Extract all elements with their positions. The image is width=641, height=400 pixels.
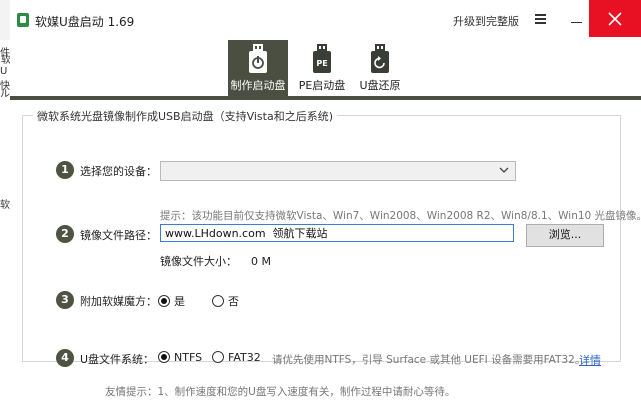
background-fragment: 软 — [0, 200, 10, 211]
usb-pe-icon: PE — [313, 44, 331, 73]
radio-label: NTFS — [174, 351, 203, 364]
usb-restore-icon — [371, 44, 389, 73]
tab-label: 制作启动盘 — [230, 79, 286, 92]
tab-usb-restore[interactable]: U盘还原 — [350, 40, 410, 96]
upgrade-link[interactable]: 升级到完整版 — [453, 13, 519, 29]
addon-label: 附加软媒魔方： — [80, 295, 157, 308]
radio-checked-icon — [158, 351, 170, 363]
step-2-badge: 2 — [56, 225, 74, 243]
iso-path-label: 镜像文件路径： — [80, 229, 157, 242]
close-icon — [608, 12, 622, 26]
title-bar: 软媒U盘启动 1.69 升级到完整版 — [10, 0, 641, 40]
app-window: 软媒U盘启动 1.69 升级到完整版 制作启动盘 PE PE启动盘 U盘还原 微… — [10, 0, 641, 400]
menu-icon[interactable] — [530, 8, 552, 30]
iso-size-label: 镜像文件大小： — [160, 255, 237, 268]
groupbox-title: 微软系统光盘镜像制作成USB启动盘（支持Vista和之后系统) — [33, 108, 337, 124]
usb-power-icon — [249, 44, 267, 73]
browse-button[interactable]: 浏览... — [526, 224, 604, 247]
iso-size-value: 0 M — [251, 255, 271, 268]
iso-path-input[interactable] — [160, 224, 514, 242]
usb-app-icon — [17, 13, 29, 27]
device-label: 选择您的设备： — [80, 165, 157, 178]
filesystem-label: U盘文件系统： — [80, 353, 155, 366]
tab-make-boot-disk[interactable]: 制作启动盘 — [228, 40, 288, 96]
radio-unchecked-icon — [212, 295, 224, 307]
close-button[interactable] — [589, 0, 641, 37]
filesystem-note: 请优先使用NTFS，引导 Surface 或其他 UEFI 设备需要用FAT32… — [272, 354, 586, 366]
device-select[interactable] — [160, 161, 516, 181]
tab-label: PE启动盘 — [298, 79, 346, 92]
step-3-badge: 3 — [56, 291, 74, 309]
main-panel: 微软系统光盘镜像制作成USB启动盘（支持Vista和之后系统) 1 选择您的设备… — [10, 100, 641, 400]
radio-label: FAT32 — [228, 351, 261, 364]
tab-pe-boot-disk[interactable]: PE PE启动盘 — [292, 40, 352, 96]
footer-tip: 友情提示：1、制作速度和您的U盘写入速度有关，制作过程中请耐心等待。 — [105, 386, 456, 398]
chevron-down-icon — [499, 167, 509, 173]
iso-size-row: 镜像文件大小： 0 M — [160, 253, 271, 269]
details-link[interactable]: 详情 — [579, 352, 601, 368]
radio-label: 是 — [174, 295, 185, 308]
fs-fat32-radio[interactable]: FAT32 — [212, 351, 261, 364]
minimize-icon[interactable] — [566, 8, 588, 30]
radio-label: 否 — [228, 295, 239, 308]
background-fragment: ル — [0, 89, 10, 100]
svg-text:PE: PE — [316, 59, 327, 68]
radio-checked-icon — [158, 295, 170, 307]
tab-label: U盘还原 — [359, 79, 401, 92]
fs-ntfs-radio[interactable]: NTFS — [158, 351, 202, 364]
addon-yes-radio[interactable]: 是 — [158, 293, 185, 309]
addon-no-radio[interactable]: 否 — [212, 293, 239, 309]
boot-disk-groupbox: 微软系统光盘镜像制作成USB启动盘（支持Vista和之后系统) 1 选择您的设备… — [22, 108, 641, 367]
radio-unchecked-icon — [212, 351, 224, 363]
toolbar: 制作启动盘 PE PE启动盘 U盘还原 — [10, 40, 641, 96]
step-1-badge: 1 — [56, 161, 74, 179]
window-title: 软媒U盘启动 1.69 — [35, 15, 135, 29]
step-4-badge: 4 — [56, 349, 74, 367]
iso-hint: 提示：该功能目前仅支持微软Vista、Win7、Win2008、Win2008 … — [160, 210, 641, 222]
